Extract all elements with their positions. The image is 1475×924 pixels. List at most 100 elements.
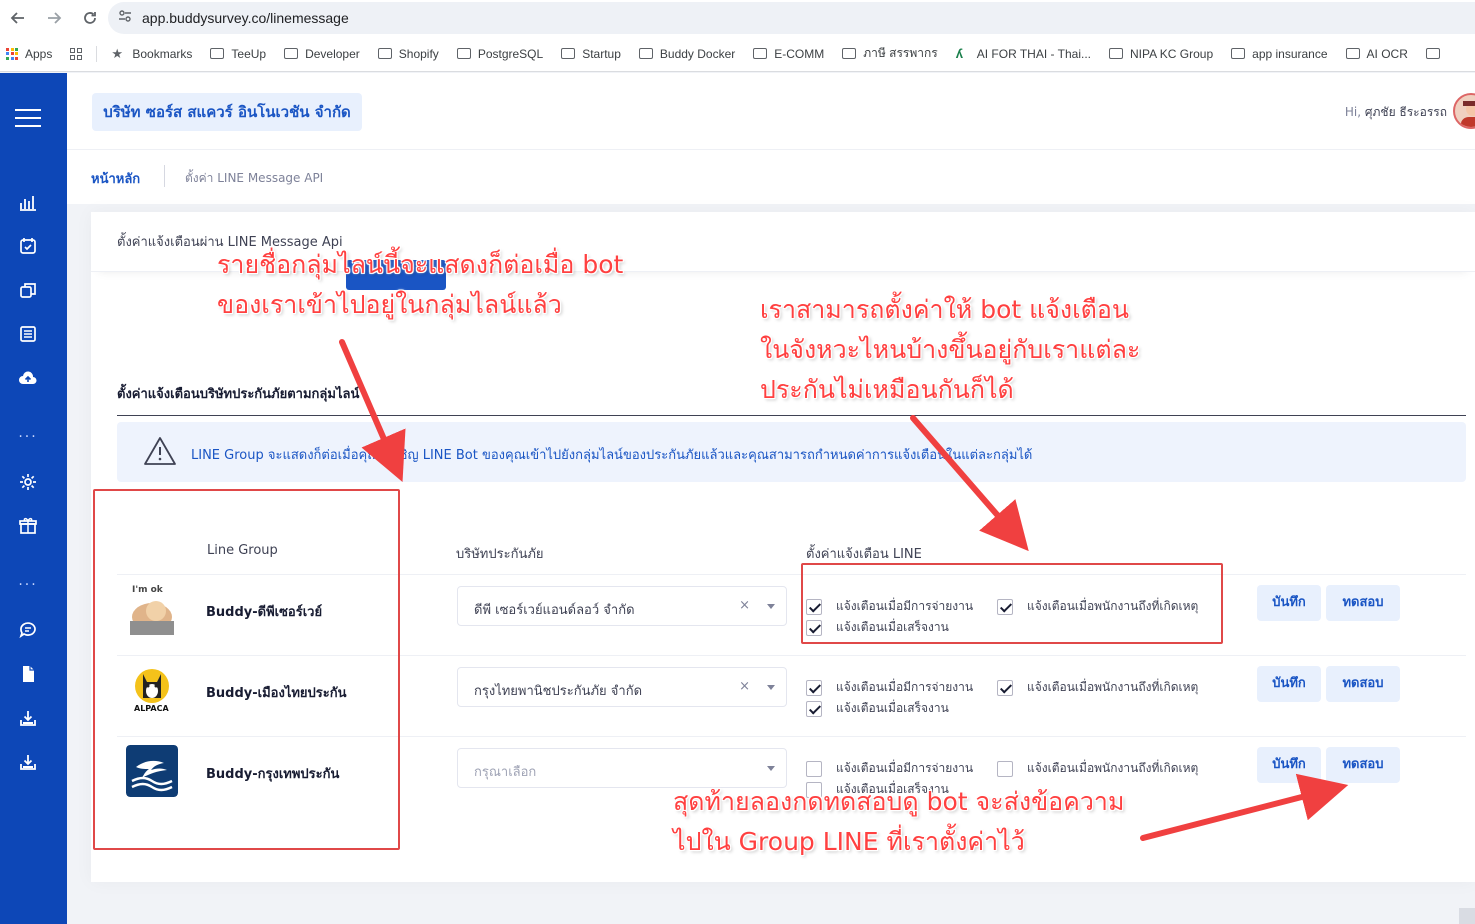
- address-bar[interactable]: app.buddysurvey.co/linemessage: [108, 2, 1475, 34]
- group-name: Buddy-กรุงเทพประกัน: [206, 767, 340, 782]
- checkbox-assign[interactable]: แจ้งเตือนเมื่อมีการจ่ายงาน: [806, 759, 973, 778]
- document-icon[interactable]: [0, 664, 56, 688]
- bookmark-folder[interactable]: TeeUp: [210, 47, 266, 61]
- checkbox-box[interactable]: [997, 679, 1013, 696]
- list-icon[interactable]: [0, 324, 56, 348]
- company-selector[interactable]: บริษัท ซอร์ส สแควร์ อินโนเวชัน จำกัด: [92, 93, 362, 131]
- bookmark-folder[interactable]: Startup: [561, 47, 621, 61]
- chart-icon[interactable]: [0, 192, 56, 216]
- table-row: ALPACA Buddy-เมืองไทยประกัน กรุงไทยพานิช…: [117, 656, 1466, 736]
- checkbox-assign[interactable]: แจ้งเตือนเมื่อมีการจ่ายงาน: [806, 597, 973, 616]
- save-button[interactable]: บันทึก: [1257, 747, 1321, 783]
- breadcrumb-home[interactable]: หน้าหลัก: [91, 168, 140, 189]
- section-title: ตั้งค่าแจ้งเตือนบริษัทประกันภัยตามกลุ่มไ…: [117, 387, 360, 402]
- save-button[interactable]: บันทึก: [1257, 666, 1321, 702]
- checkbox-assign[interactable]: แจ้งเตือนเมื่อมีการจ่ายงาน: [806, 678, 973, 697]
- save-button[interactable]: บันทึก: [1257, 585, 1321, 621]
- folder-icon: [377, 48, 392, 59]
- checkbox-arrive[interactable]: แจ้งเตือนเมื่อพนักงานถึงที่เกิดเหตุ: [997, 759, 1198, 778]
- bookmark-bookmarks[interactable]: ★ Bookmarks: [111, 45, 192, 61]
- checkbox-done[interactable]: แจ้งเตือนเมื่อเสร็จงาน: [806, 780, 949, 799]
- user-greeting[interactable]: Hi, ศุภชัย ธีระอรรถ: [1345, 103, 1447, 122]
- folder-icon: [561, 48, 576, 59]
- folder-icon: [456, 48, 471, 59]
- bookmark-apps[interactable]: Apps: [6, 47, 52, 61]
- settings-card: ตั้งค่าแจ้งเตือนผ่าน LINE Message Api ตั…: [91, 212, 1475, 882]
- bookmark-folder[interactable]: Shopify: [377, 47, 439, 61]
- insurer-select-value: ดีพี เซอร์เวย์แอนด์ลอว์ จำกัด: [474, 603, 635, 618]
- chat-icon[interactable]: [0, 620, 56, 644]
- test-button[interactable]: ทดสอบ: [1326, 747, 1400, 783]
- breadcrumb-current: ตั้งค่า LINE Message API: [185, 171, 324, 185]
- bookmark-label: E-COMM: [774, 46, 825, 61]
- forward-icon[interactable]: [36, 0, 72, 36]
- more-dots-icon: ···: [18, 429, 38, 445]
- checkbox-box[interactable]: [806, 781, 822, 798]
- checkbox-arrive[interactable]: แจ้งเตือนเมื่อพนักงานถึงที่เกิดเหตุ: [997, 597, 1198, 616]
- chevron-down-icon[interactable]: [767, 685, 775, 690]
- checkbox-label: แจ้งเตือนเมื่อพนักงานถึงที่เกิดเหตุ: [1027, 761, 1199, 775]
- checkbox-box[interactable]: [806, 700, 822, 717]
- folder-icon: [842, 48, 857, 59]
- back-icon[interactable]: [0, 0, 36, 36]
- reload-icon[interactable]: [72, 0, 108, 36]
- folder-icon: [284, 48, 299, 59]
- download-icon[interactable]: [0, 708, 56, 732]
- bookmark-folder[interactable]: app insurance: [1231, 47, 1328, 61]
- tab-groups-icon[interactable]: [70, 47, 83, 60]
- alert-text: LINE Group จะแสดงก็ต่อเมื่อคุณได้เชิญ LI…: [191, 448, 1033, 463]
- folder-icon: [1425, 48, 1440, 59]
- avatar[interactable]: [1453, 93, 1475, 129]
- breadcrumb: หน้าหลัก ตั้งค่า LINE Message API: [67, 150, 1475, 204]
- checkbox-box[interactable]: [806, 679, 822, 696]
- star-icon: ★: [111, 45, 124, 61]
- bookmark-ai-for-thai[interactable]: ʎ AI FOR THAI - Thai...: [956, 46, 1091, 61]
- checkbox-box[interactable]: [997, 760, 1013, 777]
- sidebar: ··· ···: [0, 73, 67, 924]
- bookmark-label: Startup: [582, 46, 621, 61]
- checkbox-box[interactable]: [806, 619, 822, 636]
- bookmark-folder[interactable]: Buddy Docker: [638, 47, 735, 61]
- bookmark-label: Apps: [25, 46, 53, 61]
- bookmark-folder[interactable]: ภาษี สรรพากร: [842, 44, 938, 63]
- insurer-select[interactable]: ดีพี เซอร์เวย์แอนด์ลอว์ จำกัด ×: [457, 586, 787, 626]
- section-divider: [117, 415, 1466, 416]
- checkbox-done[interactable]: แจ้งเตือนเมื่อเสร็จงาน: [806, 699, 949, 718]
- layers-icon[interactable]: [0, 280, 56, 304]
- insurer-select[interactable]: กรุงไทยพานิชประกันภัย จำกัด ×: [457, 667, 787, 707]
- insurer-select[interactable]: กรุณาเลือก: [457, 748, 787, 788]
- clear-icon[interactable]: ×: [739, 679, 750, 694]
- bookmark-folder[interactable]: E-COMM: [753, 47, 824, 61]
- bookmark-label: ภาษี สรรพากร: [863, 46, 938, 60]
- calendar-check-icon[interactable]: [0, 236, 56, 260]
- bookmark-folder[interactable]: [1425, 48, 1447, 59]
- bookmark-folder[interactable]: AI OCR: [1345, 47, 1408, 61]
- cloud-upload-icon[interactable]: [0, 368, 56, 392]
- checkbox-arrive[interactable]: แจ้งเตือนเมื่อพนักงานถึงที่เกิดเหตุ: [997, 678, 1198, 697]
- site-info-icon[interactable]: [118, 9, 132, 27]
- folder-icon: [1108, 48, 1123, 59]
- url-text: app.buddysurvey.co/linemessage: [142, 10, 349, 26]
- checkbox-box[interactable]: [806, 598, 822, 615]
- breadcrumb-divider: [164, 165, 165, 187]
- chevron-down-icon[interactable]: [767, 766, 775, 771]
- chevron-down-icon[interactable]: [767, 604, 775, 609]
- scrollbar-corner: [1459, 908, 1475, 924]
- test-button[interactable]: ทดสอบ: [1326, 585, 1400, 621]
- gear-icon[interactable]: [0, 472, 56, 496]
- download-icon[interactable]: [0, 752, 56, 776]
- checkbox-box[interactable]: [806, 760, 822, 777]
- test-button[interactable]: ทดสอบ: [1326, 666, 1400, 702]
- bookmark-label: NIPA KC Group: [1129, 46, 1214, 61]
- bookmark-folder[interactable]: NIPA KC Group: [1108, 46, 1214, 61]
- obscured-button[interactable]: [346, 260, 446, 290]
- checkbox-box[interactable]: [997, 598, 1013, 615]
- gift-icon[interactable]: [0, 516, 56, 540]
- bookmark-folder[interactable]: PostgreSQL: [456, 47, 543, 61]
- checkbox-done[interactable]: แจ้งเตือนเมื่อเสร็จงาน: [806, 618, 949, 637]
- checkbox-label: แจ้งเตือนเมื่อพนักงานถึงที่เกิดเหตุ: [1027, 599, 1199, 613]
- folder-icon: [1345, 48, 1360, 59]
- clear-icon[interactable]: ×: [739, 598, 750, 613]
- menu-icon[interactable]: [0, 103, 56, 133]
- bookmark-folder[interactable]: Developer: [284, 47, 360, 61]
